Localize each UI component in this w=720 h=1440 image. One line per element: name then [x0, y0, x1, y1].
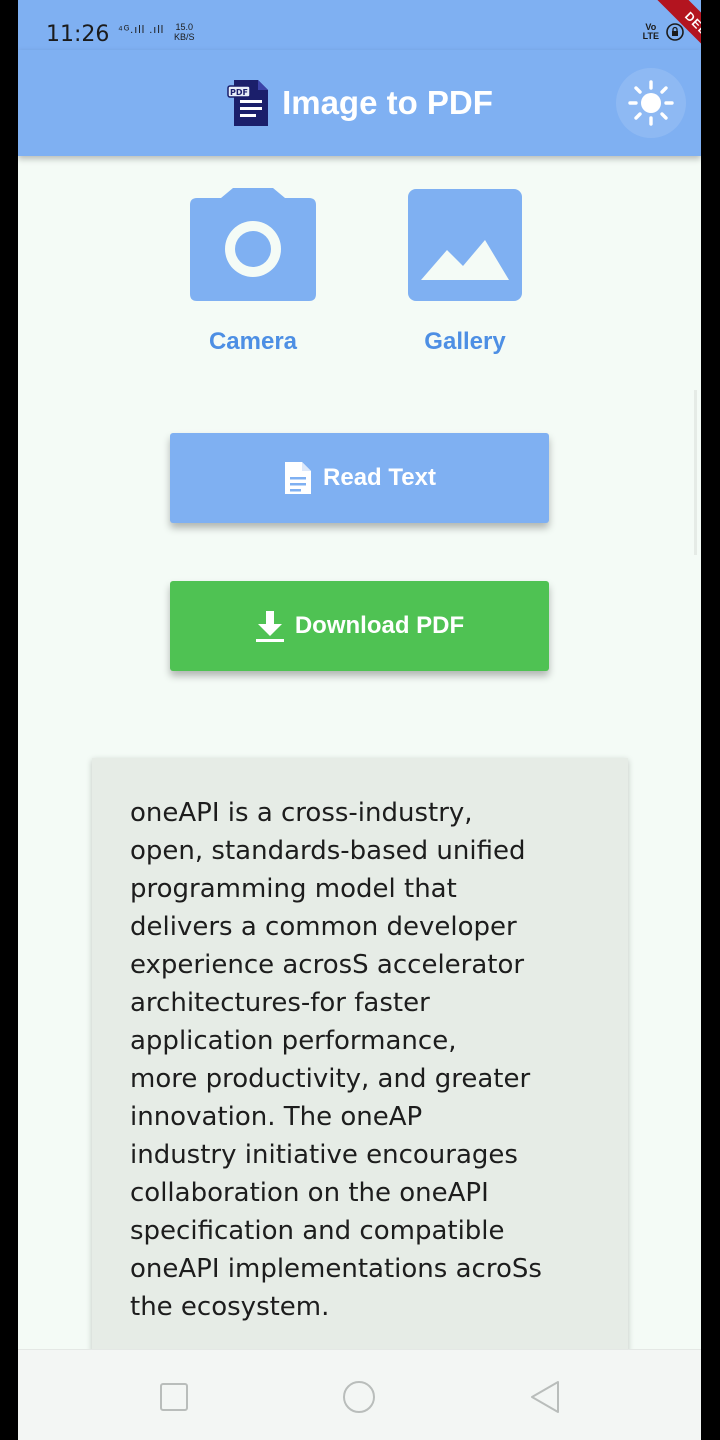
recents-icon: [160, 1383, 188, 1411]
app-title: Image to PDF: [282, 84, 493, 121]
status-bar: 11:26 ⁴ᴳ.ıll .ıll 15.0 KB/S Vo LTE: [18, 0, 701, 50]
extracted-text: oneAPI is a cross-industry, open, standa…: [130, 798, 542, 1322]
status-time: 11:26: [46, 22, 110, 47]
read-text-button[interactable]: Read Text: [170, 433, 549, 523]
system-nav-bar: [18, 1349, 701, 1440]
read-text-label: Read Text: [323, 464, 436, 491]
theme-toggle-button[interactable]: [616, 68, 686, 138]
recents-button[interactable]: [157, 1380, 191, 1414]
home-icon: [343, 1381, 375, 1413]
app-title-group: PDF Image to PDF: [18, 78, 701, 128]
app-bar: PDF Image to PDF: [18, 50, 701, 156]
download-pdf-label: Download PDF: [294, 612, 465, 639]
gallery-button[interactable]: Gallery: [395, 186, 535, 356]
debug-banner: DEBUG: [616, 0, 701, 70]
extracted-text-card: oneAPI is a cross-industry, open, standa…: [92, 758, 628, 1358]
document-icon: [285, 462, 312, 494]
camera-icon: [190, 188, 316, 301]
network-speed: 15.0 KB/S: [174, 22, 195, 42]
back-button[interactable]: [528, 1380, 562, 1414]
back-icon: [531, 1381, 559, 1413]
home-button[interactable]: [342, 1380, 376, 1414]
gallery-label: Gallery: [424, 328, 506, 355]
svg-text:PDF: PDF: [230, 88, 248, 97]
app-screen: 11:26 ⁴ᴳ.ıll .ıll 15.0 KB/S Vo LTE PDF I…: [18, 0, 701, 1440]
download-pdf-button[interactable]: Download PDF: [170, 581, 549, 671]
camera-label: Camera: [208, 328, 298, 355]
image-icon: [408, 189, 522, 301]
signal-indicator: ⁴ᴳ.ıll .ıll: [118, 24, 165, 36]
debug-label: DEBUG: [646, 0, 701, 70]
scroll-indicator: [694, 390, 697, 555]
camera-button[interactable]: Camera: [183, 186, 323, 356]
sun-icon: [628, 80, 674, 126]
pdf-file-icon: PDF: [227, 80, 269, 126]
download-icon: [255, 611, 284, 642]
